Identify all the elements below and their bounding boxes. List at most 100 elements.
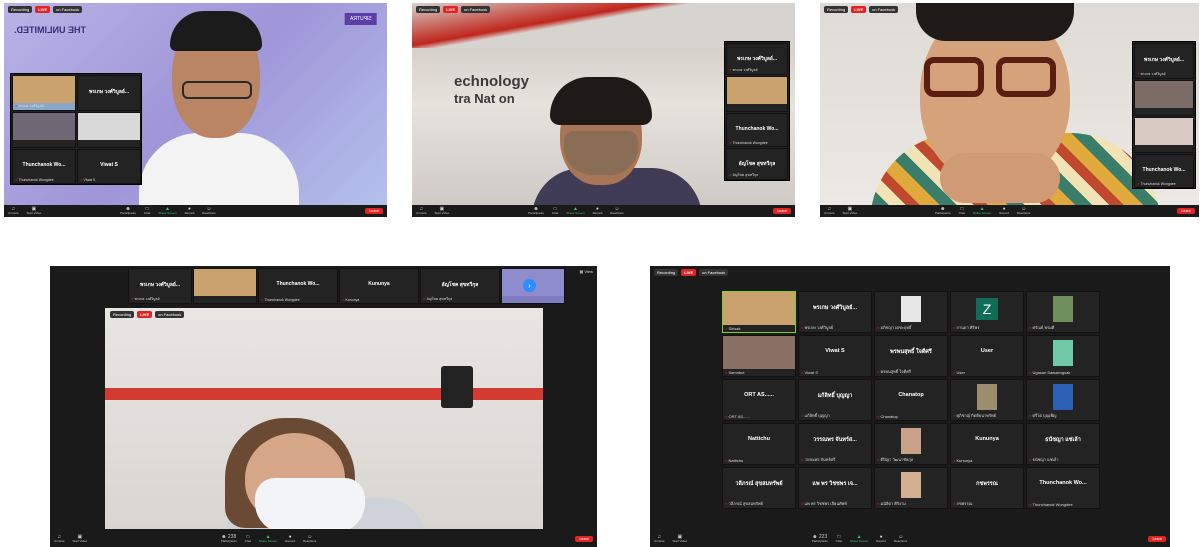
participant-tile[interactable]: วรรณพร จันทร์ส... วรรณพร จันทร์ศรี (798, 423, 872, 465)
record-button[interactable]: ● Record (285, 535, 295, 543)
chat-button[interactable]: □ Chat (552, 207, 558, 215)
participant-tile[interactable]: พรเกษ วงศ์วิบูลย์... พรเกษ วงศ์วิบูลย์ (1134, 43, 1194, 79)
participant-tile[interactable] (1134, 80, 1194, 116)
participant-video (1053, 296, 1073, 322)
share-screen-button[interactable]: ▲ Share Screen (566, 207, 584, 215)
leave-button[interactable]: Leave (773, 208, 791, 214)
participant-tile[interactable]: Ugasan Sawaengsak (1026, 335, 1100, 377)
record-button[interactable]: ● Record (999, 207, 1009, 215)
unmute-button[interactable]: ♫ Unmute (824, 207, 835, 215)
participant-tile[interactable]: ดีปิญา วัฒนาชัยกุล (874, 423, 948, 465)
unmute-button[interactable]: ♫ Unmute (654, 535, 665, 543)
share-screen-button[interactable]: ▲ Share Screen (973, 207, 991, 215)
participants-button[interactable]: ☻ 238 Participants (221, 535, 237, 543)
leave-button[interactable]: Leave (365, 208, 383, 214)
participant-tile[interactable]: แพ พร วิชชพร เจ... แพ พร วิชชพร เจียนศัพท… (798, 467, 872, 509)
chat-button[interactable]: □ Chat (959, 207, 965, 215)
participant-tile[interactable]: ศรีโต บุญเพ็ญ (1026, 379, 1100, 421)
participant-tile[interactable]: User User (950, 335, 1024, 377)
next-page-icon[interactable]: › (523, 279, 536, 292)
participant-tile[interactable] (77, 112, 141, 148)
leave-button[interactable]: Leave (575, 536, 593, 542)
participant-tile[interactable] (726, 76, 788, 112)
participant-tile[interactable] (193, 268, 257, 304)
participant-tile[interactable]: Kununya Kununya (950, 423, 1024, 465)
participant-tile[interactable]: แก้ลิทธิ์ บุญญาแก้ลิทธิ์ บุญญา (798, 379, 872, 421)
record-button[interactable]: ● Record (593, 207, 603, 215)
participants-button[interactable]: ☻ Participants (528, 207, 544, 215)
start-video-button[interactable]: ▣ Start Video (843, 207, 858, 215)
participant-tile[interactable]: Nattichu Nattichu (722, 423, 796, 465)
chat-button[interactable]: □ Chat (144, 207, 150, 215)
participant-tile[interactable]: พรพนสุทธิ์ ใจดีศรีพรพนสุทธิ์ ใจดีศรี (874, 335, 948, 377)
participant-tile[interactable]: พรเกษ วงศ์วิบูลย์... (77, 75, 141, 111)
reactions-button[interactable]: ☺ Reactions (202, 207, 215, 215)
participant-tile[interactable]: Thunchanok Wo... Thunchanok Wongdee (258, 268, 338, 304)
participant-tile[interactable]: กชพรรณกชพรรณ (950, 467, 1024, 509)
leave-button[interactable]: Leave (1177, 208, 1195, 214)
participant-tile[interactable]: ORT AS...... ORT AS...... (722, 379, 796, 421)
share-screen-button[interactable]: ▲ Share Screen (158, 207, 176, 215)
participant-tile[interactable]: Viwat S Viwat S (798, 335, 872, 377)
participant-tile[interactable]: Thunchanok Wo... Thunchanok Wongdee (1026, 467, 1100, 509)
participant-tile[interactable]: Chanatop Chanatop (874, 379, 948, 421)
participant-label: Ugasan Sawaengsak (1029, 370, 1071, 375)
recording-indicator: Recording (654, 269, 679, 276)
participant-tile[interactable]: พรเกษ วงศ์วิบูลย์... พรเกษ วงศ์วิบูลย์ (128, 268, 192, 304)
share-screen-button[interactable]: ▲ Share Screen (850, 535, 868, 543)
unmute-button[interactable]: ♫ Unmute (416, 207, 427, 215)
participant-tile[interactable]: วลีภรณ์ สุขสมทรัพย์วลีภรณ์ สุขสมทรัพย์ (722, 467, 796, 509)
start-video-button[interactable]: ▣ Start Video (673, 535, 688, 543)
participant-tile[interactable]: Z กานดา ศิริพร (950, 291, 1024, 333)
live-on-facebook[interactable]: on Facebook (53, 6, 83, 13)
participant-name: ธนัชญา แซ่เล้า (1045, 437, 1081, 443)
participant-tile[interactable] (12, 112, 76, 148)
participant-tile[interactable]: Viwat S Viwat S (77, 149, 141, 184)
view-button[interactable]: ▦ View (580, 269, 594, 274)
participant-tile[interactable]: Sirisak (722, 291, 796, 333)
participant-tile[interactable]: ศรัณย์ พรมดี (1026, 291, 1100, 333)
start-video-button[interactable]: ▣ Start Video (73, 535, 88, 543)
record-button[interactable]: ● Record (876, 535, 886, 543)
reactions-button[interactable]: ☺ Reactions (1017, 207, 1030, 215)
live-on-facebook[interactable]: on Facebook (155, 311, 185, 318)
participant-tile[interactable]: ธนัชญา แซ่เล้าธนัชญา แซ่เล้า (1026, 423, 1100, 465)
participant-tile[interactable]: มนัสิดา ศิริงาม (874, 467, 948, 509)
live-on-facebook[interactable]: on Facebook (461, 6, 491, 13)
participant-video (1135, 81, 1193, 108)
glasses (996, 57, 1056, 97)
reactions-button[interactable]: ☺ Reactions (610, 207, 623, 215)
participant-tile[interactable]: Thunchanok Wo... Thunchanok Wongdee (12, 149, 76, 184)
participant-label: อัญโชค สุขทวีกุล (423, 296, 453, 302)
participant-strip: พรเกษ วงศ์วิบูลย์... พรเกษ วงศ์วิบูลย์ T… (128, 268, 568, 304)
record-button[interactable]: ● Record (185, 207, 195, 215)
participant-video (1053, 384, 1073, 410)
start-video-button[interactable]: ▣ Start Video (27, 207, 42, 215)
participant-tile[interactable]: พรเกษ วงศ์วิบูลย์... พรเกษ วงศ์วิบูลย์ (726, 43, 788, 75)
reactions-button[interactable]: ☺ Reactions (894, 535, 907, 543)
participant-tile[interactable]: อัญโชค สุขทวีกุล อัญโชค สุขทวีกุล (420, 268, 500, 304)
chat-button[interactable]: □ Chat (245, 535, 251, 543)
participant-tile[interactable]: อัญโชค สุขทวีกุล อัญโชค สุขทวีกุล (726, 148, 788, 180)
unmute-button[interactable]: ♫ Unmute (8, 207, 19, 215)
leave-button[interactable]: Leave (1148, 536, 1166, 542)
unmute-button[interactable]: ♫ Unmute (54, 535, 65, 543)
participant-tile[interactable]: Thunchanok Wo... Thunchanok Wongdee (726, 113, 788, 147)
participant-tile[interactable]: ศุภิชาญ์ กิตติธนาทรัพย์ (950, 379, 1024, 421)
participant-tile[interactable]: Kununya Kununya (339, 268, 419, 304)
reactions-button[interactable]: ☺ Reactions (303, 535, 316, 543)
start-video-button[interactable]: ▣ Start Video (435, 207, 450, 215)
participant-tile[interactable]: อภิชญา เตชะฤทธิ์ (874, 291, 948, 333)
participant-tile[interactable] (1134, 117, 1194, 153)
participant-tile[interactable]: Samribut (722, 335, 796, 377)
chat-button[interactable]: □ Chat (836, 535, 842, 543)
participant-tile[interactable]: พรเกษ วงศ์วิบูลย์ (12, 75, 76, 111)
live-on-facebook[interactable]: on Facebook (699, 269, 729, 276)
participants-button[interactable]: ☻ Participants (120, 207, 136, 215)
participants-button[interactable]: ☻ Participants (935, 207, 951, 215)
participant-tile[interactable]: พรเกษ วงศ์วิบูลย์... พรเกษ วงศ์วิบูลย์ (798, 291, 872, 333)
live-on-facebook[interactable]: on Facebook (869, 6, 899, 13)
participant-tile[interactable]: Thunchanok Wo... Thunchanok Wongdee (1134, 154, 1194, 188)
participants-button[interactable]: ☻ 223 Participants (812, 535, 828, 543)
share-screen-button[interactable]: ▲ Share Screen (259, 535, 277, 543)
